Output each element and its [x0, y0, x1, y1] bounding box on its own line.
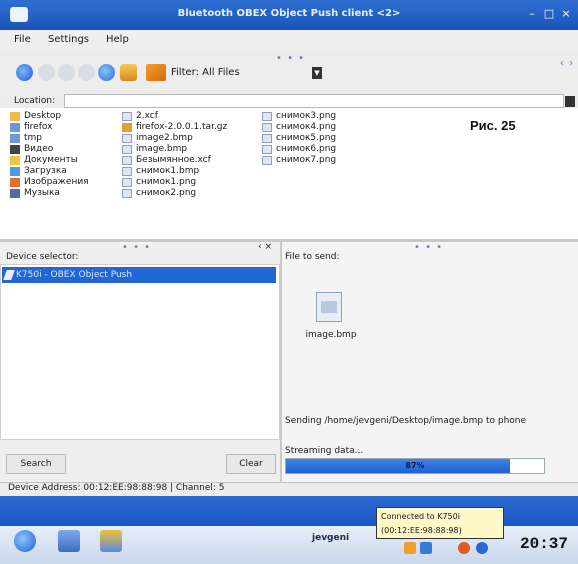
file-item[interactable]: снимок7.png: [262, 155, 372, 166]
file-column-1: Desktop firefox tmp Видео Документы Загр…: [10, 111, 118, 199]
tooltip-line2: (00:12:EE:98:88:98): [381, 526, 462, 535]
bluetooth-icon[interactable]: [420, 542, 432, 554]
title-bar[interactable]: Bluetooth OBEX Object Push client <2> – …: [0, 0, 578, 30]
file-icon: [122, 178, 132, 187]
sending-status: Sending /home/jevgeni/Desktop/image.bmp …: [285, 416, 527, 426]
archive-icon: [122, 123, 132, 132]
device-list[interactable]: [0, 264, 280, 440]
file-icon: [262, 145, 272, 154]
file-column-3: снимок3.png снимок4.png снимок5.png сним…: [262, 111, 372, 166]
file-item[interactable]: снимок5.png: [262, 133, 372, 144]
file-item[interactable]: Видео: [10, 144, 118, 155]
status-text: Device Address: 00:12:EE:98:88:98 | Chan…: [8, 483, 225, 493]
maximize-button[interactable]: □: [541, 6, 557, 22]
file-item[interactable]: 2.xcf: [122, 111, 258, 122]
clock[interactable]: 20:37: [520, 535, 568, 553]
device-selector-label: Device selector:: [6, 252, 79, 262]
device-list-item[interactable]: K750i - OBEX Object Push: [2, 267, 276, 283]
file-icon: [122, 145, 132, 154]
vertical-splitter[interactable]: [280, 242, 282, 482]
menu-file[interactable]: File: [14, 34, 31, 45]
image-thumb-icon: [321, 301, 337, 313]
home-icon[interactable]: [78, 64, 95, 81]
file-item[interactable]: image.bmp: [122, 144, 258, 155]
file-icon: [262, 112, 272, 121]
file-item[interactable]: Документы: [10, 155, 118, 166]
update-icon[interactable]: [458, 542, 470, 554]
file-item[interactable]: снимок3.png: [262, 111, 372, 122]
documents-folder-icon: [10, 156, 20, 165]
figure-label: Рис. 25: [470, 118, 516, 133]
progress-text: 87%: [405, 461, 425, 470]
filter-combo[interactable]: Filter: All Files: [171, 67, 240, 78]
menu-bar: File Settings Help: [0, 30, 578, 50]
search-button[interactable]: Search: [6, 454, 66, 474]
file-item[interactable]: tmp: [10, 133, 118, 144]
tray-tooltip: Connected to K750i (00:12:EE:98:88:98): [376, 507, 504, 539]
folder-icon: [10, 123, 20, 132]
back-icon[interactable]: [16, 64, 33, 81]
new-folder-icon[interactable]: [120, 64, 137, 81]
file-icon: [262, 156, 272, 165]
file-item[interactable]: снимок2.png: [122, 188, 258, 199]
pictures-folder-icon: [10, 178, 20, 187]
minimize-button[interactable]: –: [524, 6, 540, 22]
file-item[interactable]: Desktop: [10, 111, 118, 122]
location-dropdown-icon[interactable]: [565, 96, 575, 107]
file-item[interactable]: Изображения: [10, 177, 118, 188]
folder-icon: [10, 112, 20, 121]
file-icon: [122, 167, 132, 176]
user-label[interactable]: jevgeni: [312, 533, 349, 543]
file-item[interactable]: снимок4.png: [262, 122, 372, 133]
reload-icon[interactable]: [98, 64, 115, 81]
close-button[interactable]: ×: [558, 6, 574, 22]
file-item[interactable]: Музыка: [10, 188, 118, 199]
location-label: Location:: [14, 96, 56, 106]
tray-app-icon[interactable]: [476, 542, 488, 554]
start-menu-icon[interactable]: [14, 530, 36, 552]
menu-help[interactable]: Help: [106, 34, 129, 45]
folder-icon: [10, 134, 20, 143]
file-manager-icon[interactable]: [58, 530, 80, 552]
image-file-icon[interactable]: [316, 292, 342, 322]
tooltip-line1: Connected to K750i: [381, 512, 460, 521]
downloads-folder-icon: [10, 167, 20, 176]
file-item[interactable]: Безымянное.xcf: [122, 155, 258, 166]
app-launcher-icon[interactable]: [100, 530, 122, 552]
location-input[interactable]: [64, 94, 564, 108]
chevron-down-icon[interactable]: ▼: [312, 67, 322, 79]
device-icon: [3, 270, 15, 280]
filter-icon: [146, 64, 166, 81]
window-title: Bluetooth OBEX Object Push client <2>: [177, 8, 401, 19]
menu-settings[interactable]: Settings: [48, 34, 89, 45]
file-icon: [122, 156, 132, 165]
file-item[interactable]: firefox: [10, 122, 118, 133]
forward-icon[interactable]: [38, 64, 55, 81]
network-icon[interactable]: [404, 542, 416, 554]
file-column-2: 2.xcf firefox-2.0.0.1.tar.gz image2.bmp …: [122, 111, 258, 199]
clear-button[interactable]: Clear: [226, 454, 276, 474]
pane-grip[interactable]: • • •: [414, 242, 443, 253]
file-item[interactable]: image2.bmp: [122, 133, 258, 144]
file-icon: [122, 189, 132, 198]
file-to-send-label: File to send:: [285, 252, 340, 262]
file-item[interactable]: снимок6.png: [262, 144, 372, 155]
up-icon[interactable]: [58, 64, 75, 81]
music-folder-icon: [10, 189, 20, 198]
file-icon: [122, 112, 132, 121]
video-folder-icon: [10, 145, 20, 154]
file-item[interactable]: снимок1.bmp: [122, 166, 258, 177]
file-name: image.bmp: [305, 330, 357, 340]
pane-close-icon[interactable]: ‹ ×: [258, 242, 272, 252]
file-item[interactable]: Загрузка: [10, 166, 118, 177]
file-icon: [122, 134, 132, 143]
streaming-status: Streaming data...: [285, 446, 364, 456]
toolbar-end-grip[interactable]: ‹ ›: [560, 58, 574, 69]
file-item[interactable]: снимок1.png: [122, 177, 258, 188]
file-icon: [262, 134, 272, 143]
file-icon: [262, 123, 272, 132]
toolbar-grip[interactable]: • • •: [276, 53, 305, 64]
file-item[interactable]: firefox-2.0.0.1.tar.gz: [122, 122, 258, 133]
